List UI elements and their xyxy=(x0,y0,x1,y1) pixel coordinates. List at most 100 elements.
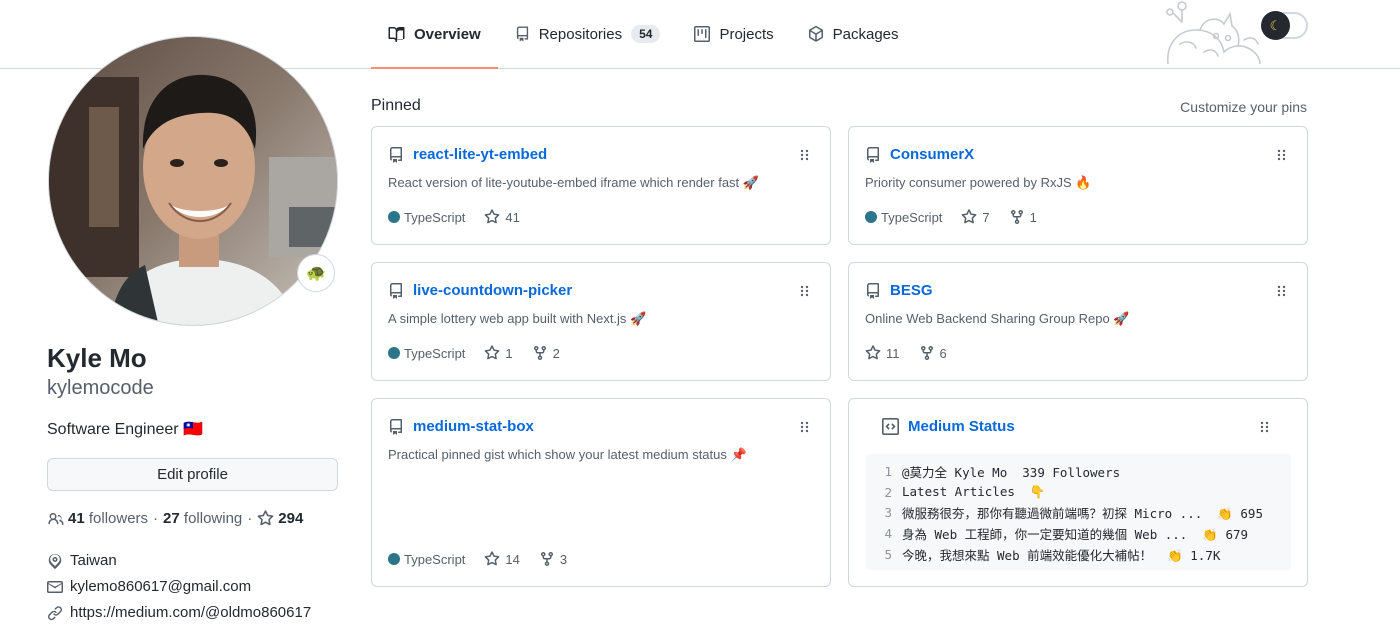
tab-repositories[interactable]: Repositories 54 xyxy=(498,0,678,68)
website-link[interactable]: https://medium.com/@oldmo860617 xyxy=(70,604,311,621)
grabber-icon[interactable] xyxy=(1277,285,1287,297)
email-link[interactable]: kylemo860617@gmail.com xyxy=(70,578,251,595)
followers-link[interactable]: 41 followers xyxy=(68,510,148,527)
theme-toggle[interactable]: ☾ xyxy=(1261,11,1308,40)
grabber-icon[interactable] xyxy=(800,421,810,433)
project-icon xyxy=(694,26,711,42)
repo-forks-link[interactable]: 1 xyxy=(1009,209,1037,225)
repo-stars-link[interactable]: 7 xyxy=(961,209,990,225)
grabber-icon[interactable] xyxy=(1277,149,1287,161)
followers-label: followers xyxy=(88,510,149,527)
repo-link[interactable]: live-countdown-picker xyxy=(413,282,572,299)
repo-description: Priority consumer powered by RxJS 🔥 xyxy=(865,175,1092,190)
grabber-icon[interactable] xyxy=(800,149,810,161)
language-label: TypeScript xyxy=(404,551,466,567)
email-item[interactable]: kylemo860617@gmail.com xyxy=(47,578,251,595)
location-text: Taiwan xyxy=(70,552,117,569)
repo-link[interactable]: BESG xyxy=(890,282,933,299)
repo-link[interactable]: react-lite-yt-embed xyxy=(413,146,547,163)
code-line: 5 今晚，我想來點 Web 前端效能優化大補帖！ 👏 1.7K xyxy=(866,544,1291,565)
language-color-dot xyxy=(388,347,400,359)
repo-meta: TypeScript 14 3 xyxy=(388,551,586,567)
separator-dot: · xyxy=(153,510,159,527)
code-text: Latest Articles 👇 xyxy=(902,484,1046,500)
grabber-icon[interactable] xyxy=(800,285,810,297)
language-color-dot xyxy=(388,553,400,565)
star-icon xyxy=(485,345,500,360)
language-color-dot xyxy=(388,211,400,223)
tab-overview-label: Overview xyxy=(414,25,481,43)
star-icon xyxy=(257,510,274,526)
grabber-icon[interactable] xyxy=(1260,421,1270,433)
language-color-dot xyxy=(865,211,877,223)
following-label: following xyxy=(183,510,243,527)
repo-meta: TypeScript 1 2 xyxy=(388,345,579,361)
status-emoji-button[interactable]: 🐢 xyxy=(297,254,335,292)
code-line: 2 Latest Articles 👇 xyxy=(866,482,1291,503)
website-item[interactable]: https://medium.com/@oldmo860617 xyxy=(47,604,311,621)
profile-username: kylemocode xyxy=(47,377,154,399)
language-label: TypeScript xyxy=(404,345,466,361)
code-text: @莫力全 Kyle Mo 339 Followers xyxy=(902,464,1121,480)
pinned-heading: Pinned xyxy=(371,97,421,114)
pinned-card: medium-stat-box Practical pinned gist wh… xyxy=(371,398,831,587)
fork-icon xyxy=(1010,209,1023,225)
code-text: 身為 Web 工程師，你一定要知道的幾個 Web ... 👏 679 xyxy=(902,527,1249,543)
repo-stars-link[interactable]: 14 xyxy=(484,551,520,567)
repo-stars-link[interactable]: 41 xyxy=(484,209,520,225)
language-label: TypeScript xyxy=(404,209,466,225)
avatar[interactable] xyxy=(48,36,338,326)
repo-forks-link[interactable]: 2 xyxy=(532,345,560,361)
language-label: TypeScript xyxy=(881,209,943,225)
repo-forks-link[interactable]: 6 xyxy=(919,345,947,361)
line-number: 3 xyxy=(884,505,892,521)
location-item: Taiwan xyxy=(47,552,117,569)
repositories-counter: 54 xyxy=(631,25,661,43)
tab-packages[interactable]: Packages xyxy=(791,0,916,68)
star-icon xyxy=(962,209,977,224)
star-icon xyxy=(485,209,500,224)
profile-bio: Software Engineer 🇹🇼 xyxy=(47,421,203,438)
stars-link[interactable]: 294 xyxy=(257,510,303,527)
stars-count: 7 xyxy=(982,209,990,225)
repo-stars-link[interactable]: 1 xyxy=(484,345,513,361)
repo-language: TypeScript xyxy=(388,552,465,567)
location-icon xyxy=(48,553,62,569)
code-square-icon xyxy=(882,418,899,435)
repo-language: TypeScript xyxy=(388,210,465,225)
repo-link[interactable]: ConsumerX xyxy=(890,146,974,163)
link-icon xyxy=(48,605,63,620)
line-number: 4 xyxy=(884,526,892,542)
forks-count: 1 xyxy=(1029,209,1037,225)
tab-overview[interactable]: Overview xyxy=(371,0,498,69)
fork-icon xyxy=(920,345,933,361)
tab-projects[interactable]: Projects xyxy=(677,0,790,68)
repo-meta: 11 6 xyxy=(865,345,966,361)
stars-count: 41 xyxy=(505,209,520,225)
repo-link[interactable]: medium-stat-box xyxy=(413,418,534,435)
repo-language: TypeScript xyxy=(865,210,942,225)
card-title-row: BESG xyxy=(865,282,933,299)
line-number: 1 xyxy=(884,463,892,479)
fork-icon xyxy=(540,551,553,567)
pinned-card: BESG Online Web Backend Sharing Group Re… xyxy=(848,262,1308,381)
tab-packages-label: Packages xyxy=(832,25,899,43)
line-number: 2 xyxy=(884,484,892,500)
repo-forks-link[interactable]: 3 xyxy=(539,551,567,567)
pinned-gist-card: Medium Status 1 @莫力全 Kyle Mo 339 Follower… xyxy=(848,398,1308,587)
star-icon xyxy=(865,345,881,360)
repo-description: A simple lottery web app built with Next… xyxy=(388,311,647,326)
repo-meta: TypeScript 7 1 xyxy=(865,209,1056,225)
pinned-card: ConsumerX Priority consumer powered by R… xyxy=(848,126,1308,245)
repo-meta: TypeScript 41 xyxy=(388,209,539,225)
followers-count: 41 xyxy=(68,510,85,527)
gist-link[interactable]: Medium Status xyxy=(908,418,1015,435)
repo-icon xyxy=(516,26,528,42)
tab-repositories-label: Repositories xyxy=(538,25,623,43)
stars-count: 14 xyxy=(505,551,520,567)
repo-stars-link[interactable]: 11 xyxy=(865,345,900,361)
forks-count: 6 xyxy=(939,345,947,361)
edit-profile-button[interactable]: Edit profile xyxy=(47,458,338,491)
following-link[interactable]: 27 following xyxy=(163,510,242,527)
customize-pins-link[interactable]: Customize your pins xyxy=(1180,99,1307,115)
